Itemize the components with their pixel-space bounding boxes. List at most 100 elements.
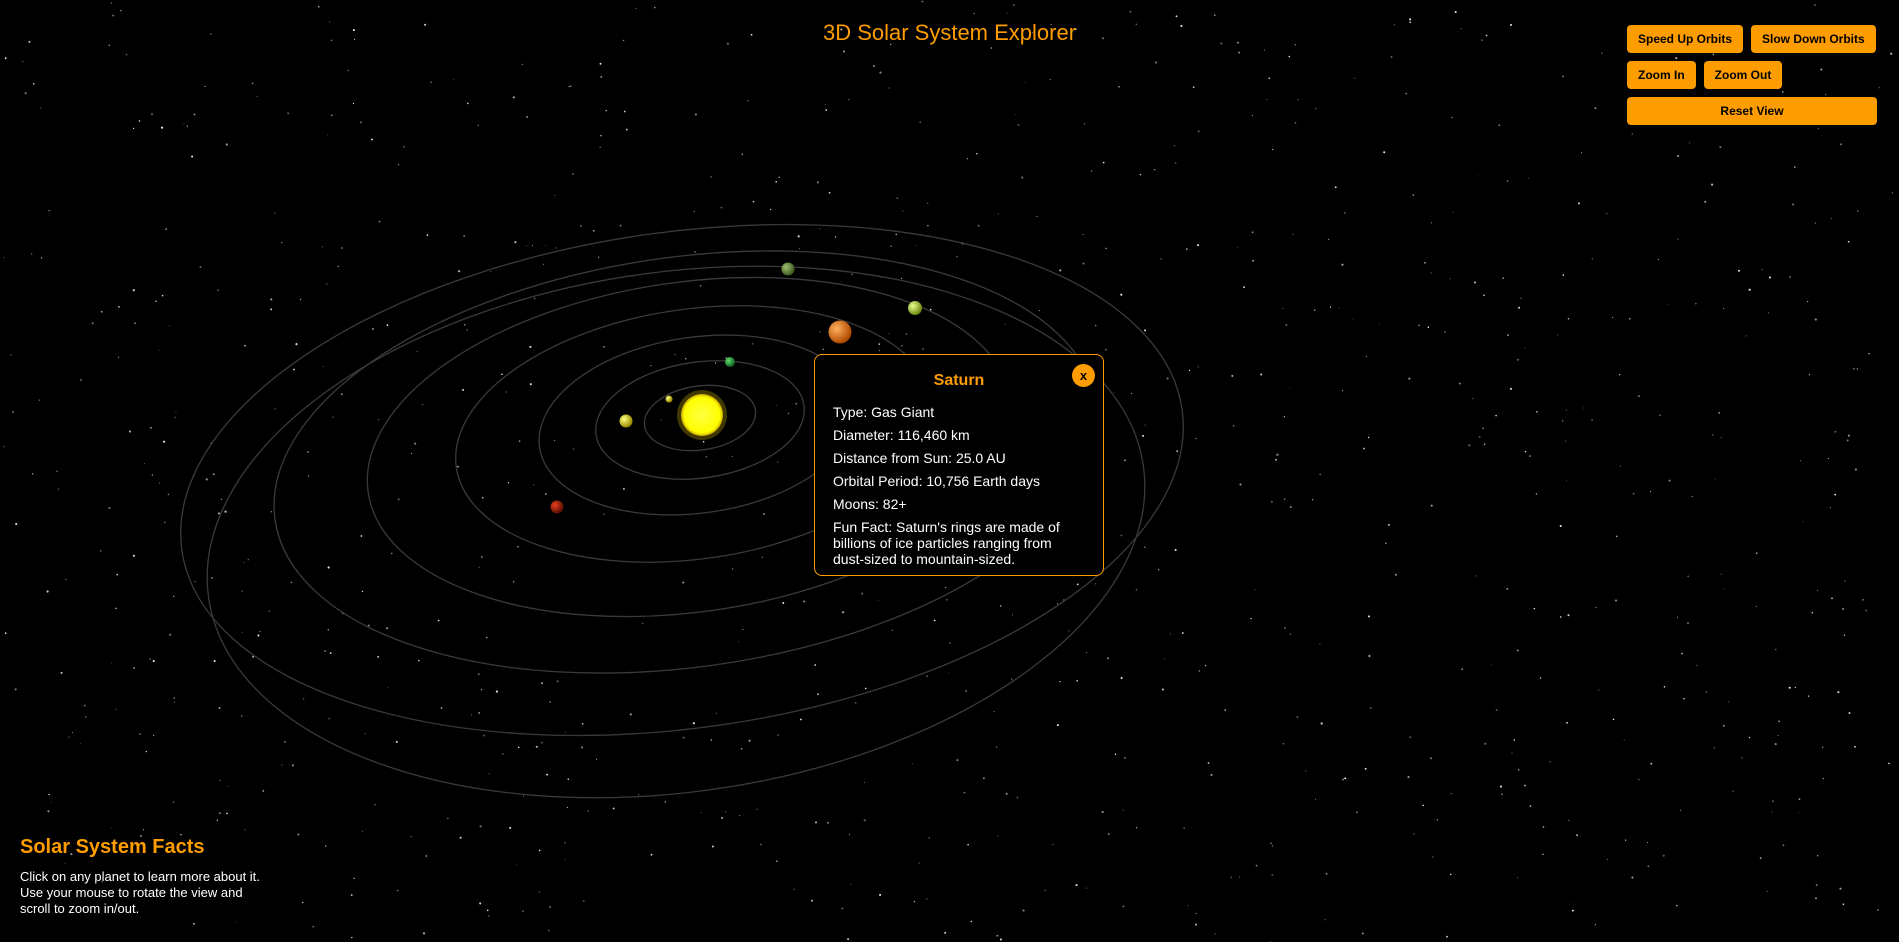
star: [1319, 643, 1321, 645]
star: [814, 664, 817, 666]
star: [377, 655, 380, 658]
star: [1011, 614, 1013, 616]
star: [1631, 133, 1634, 135]
star: [1255, 864, 1258, 867]
star: [1024, 81, 1026, 83]
star: [1271, 845, 1273, 847]
star: [1507, 334, 1509, 336]
planet-saturn[interactable]: [908, 301, 922, 315]
star: [776, 404, 778, 406]
star: [817, 693, 819, 696]
star: [1114, 392, 1116, 394]
star: [1856, 368, 1858, 370]
star: [160, 126, 164, 129]
star: [1160, 258, 1162, 260]
star: [478, 566, 480, 568]
star: [568, 85, 570, 88]
star: [60, 671, 63, 674]
star: [1788, 686, 1791, 689]
close-icon[interactable]: x: [1072, 364, 1095, 387]
planet-earth[interactable]: [725, 357, 735, 367]
star: [172, 801, 175, 803]
star: [1049, 78, 1051, 81]
star: [509, 826, 512, 829]
star: [464, 324, 466, 326]
star: [529, 383, 532, 386]
star: [138, 120, 141, 122]
star: [1808, 373, 1811, 376]
star: [1364, 767, 1367, 770]
star: [1628, 317, 1631, 320]
star: [516, 864, 518, 866]
star: [1059, 680, 1061, 683]
star: [281, 764, 283, 766]
star: [14, 688, 17, 691]
star: [1799, 460, 1802, 462]
star: [1144, 424, 1146, 426]
star: [1076, 679, 1079, 682]
star: [4, 632, 7, 634]
planet-jupiter[interactable]: [828, 320, 852, 344]
star: [1650, 490, 1652, 493]
star: [1482, 427, 1484, 429]
star: [478, 711, 481, 714]
star: [1135, 827, 1138, 829]
star: [477, 673, 480, 676]
star: [1059, 269, 1062, 272]
speed-up-button[interactable]: Speed Up Orbits: [1627, 25, 1744, 53]
star: [1571, 909, 1574, 912]
star: [965, 690, 968, 693]
star: [1509, 387, 1513, 390]
star: [1017, 124, 1020, 126]
star: [151, 113, 153, 115]
slow-down-button[interactable]: Slow Down Orbits: [1751, 25, 1876, 53]
star: [1576, 834, 1578, 837]
star: [12, 410, 15, 414]
star: [1022, 909, 1025, 912]
star: [582, 900, 585, 902]
star: [1565, 440, 1567, 442]
sun[interactable]: [677, 390, 727, 440]
star: [3, 257, 5, 259]
star: [775, 181, 777, 183]
star: [877, 599, 879, 601]
star: [80, 379, 82, 381]
star: [1618, 373, 1621, 376]
star: [995, 746, 998, 748]
star: [1663, 686, 1666, 688]
star: [512, 580, 515, 583]
star: [721, 817, 723, 819]
star: [890, 245, 892, 247]
star: [1681, 652, 1683, 655]
star: [1807, 695, 1810, 697]
star: [1483, 443, 1486, 446]
planet-venus[interactable]: [619, 414, 633, 428]
star: [352, 102, 355, 105]
star: [1562, 75, 1564, 78]
star: [1251, 114, 1254, 116]
star: [1506, 588, 1509, 590]
zoom-out-button[interactable]: Zoom Out: [1703, 61, 1783, 89]
star: [159, 482, 161, 484]
star: [1135, 588, 1138, 591]
star: [603, 346, 605, 348]
star: [905, 333, 908, 335]
planet-mercury[interactable]: [665, 395, 673, 403]
star: [1623, 739, 1625, 741]
star: [1728, 701, 1730, 703]
star: [1513, 739, 1516, 741]
star: [1424, 261, 1426, 264]
star: [879, 71, 882, 74]
star: [337, 265, 339, 268]
star: [1236, 247, 1239, 249]
zoom-in-button[interactable]: Zoom In: [1627, 61, 1696, 89]
planet-uranus[interactable]: [781, 262, 795, 276]
star: [918, 862, 920, 864]
star: [1422, 804, 1424, 807]
star: [1175, 15, 1178, 18]
star: [41, 257, 43, 259]
planet-mars[interactable]: [550, 500, 564, 514]
star: [167, 493, 170, 496]
reset-view-button[interactable]: Reset View: [1627, 97, 1877, 125]
star: [387, 686, 389, 688]
